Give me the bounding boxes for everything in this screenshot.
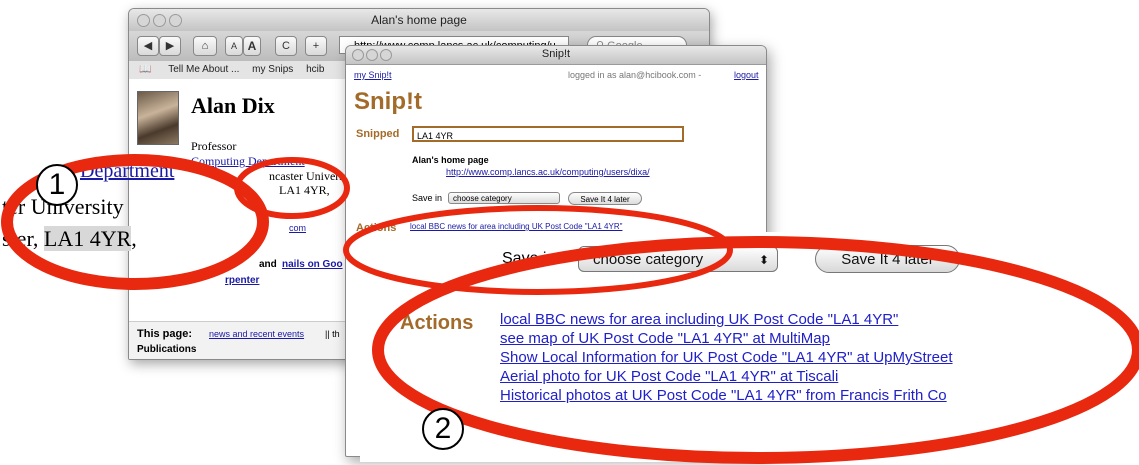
actions-label: Actions xyxy=(400,312,474,334)
zoom-save-in-label: Save in xyxy=(502,250,556,267)
zoom-callout-actions: Save in choose category ⬍ Save It 4 late… xyxy=(360,232,1139,462)
action-link-bbc-news[interactable]: local BBC news for area including UK Pos… xyxy=(500,310,953,329)
callout-number-two: 2 xyxy=(422,408,464,450)
source-page-title: Alan's home page xyxy=(412,155,489,165)
zoom-postcode-line: ster, LA1 4YR, xyxy=(2,226,137,252)
logged-in-text: logged in as alan@hcibook.com - xyxy=(568,70,702,80)
action-link-francis-frith[interactable]: Historical photos at UK Post Code "LA1 4… xyxy=(500,386,953,405)
text-larger-button[interactable]: A xyxy=(243,36,261,56)
back-button[interactable]: ◀ xyxy=(137,36,159,56)
zoom-postcode-selection: LA1 4YR xyxy=(43,226,132,251)
snipit-titlebar: Snip!t xyxy=(346,46,766,65)
home-button[interactable]: ⌂ xyxy=(193,36,217,56)
save-later-button-small[interactable]: Save It 4 later xyxy=(568,192,642,205)
actions-list: local BBC news for area including UK Pos… xyxy=(500,310,953,405)
action-link-small[interactable]: local BBC news for area including UK Pos… xyxy=(410,222,651,231)
news-link[interactable]: news and recent events xyxy=(209,329,304,339)
save-in-label: Save in xyxy=(412,193,443,203)
bookmark-item[interactable]: hcib xyxy=(306,64,324,75)
browser-titlebar: Alan's home page xyxy=(129,9,709,32)
category-select[interactable]: choose category ⬍ xyxy=(578,246,778,272)
action-link-upmystreet[interactable]: Show Local Information for UK Post Code … xyxy=(500,348,953,367)
zoom-postcode-prefix: ster, xyxy=(2,226,44,251)
callout-number-one: 1 xyxy=(36,164,78,206)
my-snipit-link[interactable]: my Snip!t xyxy=(354,70,392,80)
logout-link[interactable]: logout xyxy=(734,70,759,80)
bookmark-item[interactable]: Tell Me About ... xyxy=(168,64,239,75)
footer-separator: || th xyxy=(325,329,340,339)
forward-button[interactable]: ▶ xyxy=(159,36,181,56)
snipped-label: Snipped xyxy=(356,128,400,140)
bookmark-item[interactable]: my Snips xyxy=(252,64,293,75)
source-page-link[interactable]: http://www.comp.lancs.ac.uk/computing/us… xyxy=(446,167,650,177)
action-link-multimap[interactable]: see map of UK Post Code "LA1 4YR" at Mul… xyxy=(500,329,953,348)
snipit-title: Snip!t xyxy=(541,48,571,60)
reload-button[interactable]: C xyxy=(275,36,297,56)
carpenter-link[interactable]: rpenter xyxy=(225,275,259,286)
add-bookmark-button[interactable]: + xyxy=(305,36,327,56)
text-smaller-button[interactable]: A xyxy=(225,36,243,56)
save-later-button[interactable]: Save It 4 later xyxy=(815,245,960,273)
category-placeholder: choose category xyxy=(453,194,512,203)
browser-title: Alan's home page xyxy=(371,13,467,27)
book-icon[interactable]: 📖 xyxy=(139,64,151,75)
snipped-field[interactable]: LA1 4YR xyxy=(412,126,684,142)
role-text: Professor xyxy=(191,139,237,153)
action-link-tiscali[interactable]: Aerial photo for UK Post Code "LA1 4YR" … xyxy=(500,367,953,386)
page-heading: Alan Dix xyxy=(191,93,275,118)
snipit-logo: Snip!t xyxy=(354,88,422,115)
publications-fragment: Publications xyxy=(137,344,197,355)
zoom-postcode-suffix: , xyxy=(131,226,137,251)
author-photo xyxy=(137,91,179,145)
footer-label: This page: xyxy=(137,328,193,340)
category-select-value: choose category xyxy=(593,251,704,268)
category-select-small[interactable]: choose category xyxy=(448,192,560,204)
select-arrows-icon: ⬍ xyxy=(758,253,769,267)
zoom-department-text: Department xyxy=(80,160,175,182)
